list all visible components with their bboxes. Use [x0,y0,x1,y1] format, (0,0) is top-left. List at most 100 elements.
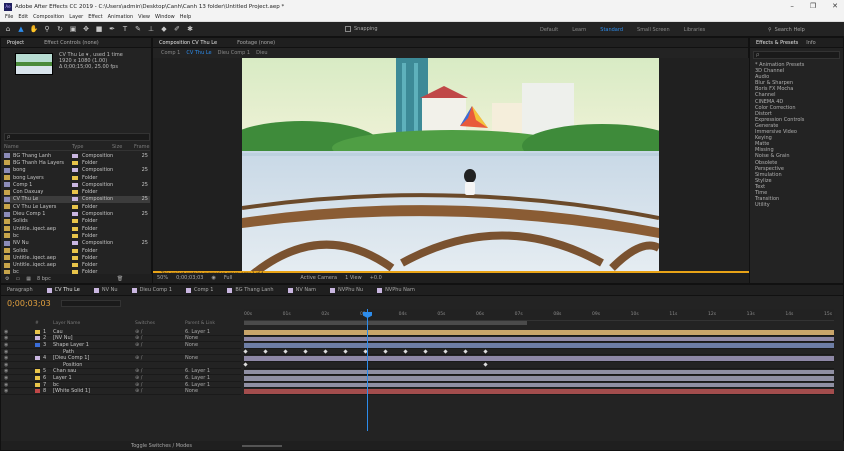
layer-switches[interactable]: ⊕ / [135,368,185,374]
tab-effect-controls[interactable]: Effect Controls (none) [44,40,99,46]
menu-composition[interactable]: Composition [33,14,64,20]
project-item[interactable]: CV Thu Le Composition 25 [4,195,150,204]
effects-search-input[interactable]: ρ [753,51,840,59]
timeline-tab[interactable]: Comp 1 [186,287,213,293]
menu-file[interactable]: File [5,14,13,20]
menu-view[interactable]: View [138,14,150,20]
layer-name[interactable]: Position [53,362,135,368]
label-color-swatch[interactable] [72,219,78,224]
effects-category[interactable]: Utility [750,202,843,208]
camera-tool-icon[interactable]: ▣ [68,24,78,34]
av-switches[interactable]: ◉ [1,362,35,368]
timeline-tab[interactable]: NV Nu [93,287,118,293]
keyframe-icon[interactable] [283,349,288,354]
snapping-control[interactable]: Snapping [345,26,378,32]
timeline-tab[interactable]: Paragraph [7,287,33,293]
av-switches[interactable]: ◉ [1,329,35,335]
menu-effect[interactable]: Effect [88,14,102,20]
av-switches[interactable]: ◉ [1,355,35,361]
label-color-swatch[interactable] [72,175,78,180]
menu-help[interactable]: Help [180,14,191,20]
project-search-input[interactable]: ρ [4,133,150,141]
work-area-bar[interactable] [244,321,527,325]
tab-info[interactable]: Info [806,40,815,46]
interpret-footage-icon[interactable]: ⚙ [5,276,9,282]
bpc-label[interactable]: 8 bpc [37,276,51,282]
project-item[interactable]: Con Daxuay Folder [4,188,150,195]
col-name[interactable]: Name [4,144,72,150]
keyframe-icon[interactable] [243,349,248,354]
workspace-small-screen[interactable]: Small Screen [637,27,670,33]
label-color-swatch[interactable] [72,241,78,246]
zoom-tool-icon[interactable]: ⚲ [42,24,52,34]
layer-label-swatch[interactable] [35,363,40,367]
layer-switches[interactable]: ⊕ / [135,375,185,381]
selection-tool-icon[interactable]: ▲ [16,24,26,34]
timeline-tab[interactable]: NVPhu Nu [330,287,363,293]
parent-dropdown[interactable]: 6. Layer 1 [185,382,235,388]
layer-name[interactable]: bc [53,382,135,388]
layer-track[interactable] [244,375,834,382]
project-item[interactable]: bong Composition 25 [4,167,150,174]
brush-tool-icon[interactable]: ✎ [133,24,143,34]
type-tool-icon[interactable]: T [120,24,130,34]
project-item[interactable]: Solids Folder [4,247,150,254]
layer-name[interactable]: [Dieu Comp 1] [53,355,135,361]
parent-dropdown[interactable]: None [185,335,235,341]
current-time-indicator[interactable] [367,309,368,431]
timeline-tab[interactable]: NVPhu Nam [377,287,415,293]
layer-duration-bar[interactable] [244,356,834,361]
av-switches[interactable]: ◉ [1,375,35,381]
exposure-value[interactable]: +0.0 [370,275,382,281]
layer-switches[interactable]: ⊕ / [135,335,185,341]
project-item[interactable]: bong Layers Folder [4,174,150,181]
timeline-tab[interactable]: CV Thu Le [46,287,80,293]
layer-switches[interactable]: ⊕ / [135,342,185,348]
trash-icon[interactable]: 🗑 [117,276,123,282]
layer-track[interactable] [243,349,834,356]
zoom-slider[interactable] [241,444,282,447]
keyframe-icon[interactable] [383,349,388,354]
magnification-dropdown[interactable]: 50% [157,275,168,281]
layer-duration-bar[interactable] [244,382,834,388]
layer-track[interactable] [244,388,834,395]
project-item[interactable]: bc Folder [4,232,150,239]
search-help-field[interactable]: ⚲ Search Help [768,25,840,34]
label-color-swatch[interactable] [72,168,78,173]
keyframe-icon[interactable] [243,362,248,368]
layer-name[interactable]: [White Solid 1] [53,388,135,394]
keyframe-icon[interactable] [323,349,328,354]
layer-name[interactable]: Layer 1 [53,375,135,381]
layer-label-swatch[interactable] [35,350,40,354]
viewer-timecode[interactable]: 0;00;03;03 [176,275,203,281]
label-color-swatch[interactable] [72,248,78,253]
crumb-dieu[interactable]: Dieu [256,50,267,56]
menu-layer[interactable]: Layer [69,14,83,20]
menu-window[interactable]: Window [155,14,175,20]
keyframe-icon[interactable] [423,349,428,354]
av-switches[interactable]: ◉ [1,388,35,394]
project-item[interactable]: NV Nu Composition 25 [4,240,150,247]
col-layer-name[interactable]: Layer Name [53,321,135,328]
label-color-swatch[interactable] [72,153,78,158]
label-color-swatch[interactable] [72,255,78,260]
av-switches[interactable]: ◉ [1,342,35,348]
puppet-tool-icon[interactable]: ✱ [185,24,195,34]
project-item[interactable]: CV Thu Le Layers Folder [4,203,150,210]
col-size[interactable]: Size [112,144,134,150]
new-comp-icon[interactable]: ▦ [26,276,31,282]
clone-stamp-tool-icon[interactable]: ⊥ [146,24,156,34]
timeline-tab[interactable]: Dieu Comp 1 [131,287,172,293]
workspace-default[interactable]: Default [540,27,558,33]
layer-label-swatch[interactable] [35,329,40,334]
layer-label-swatch[interactable] [35,336,40,341]
parent-dropdown[interactable]: None [185,355,235,361]
project-item[interactable]: Comp 1 Composition 25 [4,181,150,188]
workspace-learn[interactable]: Learn [572,27,586,33]
camera-snapshot-icon[interactable]: ◉ [211,275,215,281]
resolution-dropdown[interactable]: Full [224,275,233,281]
parent-dropdown[interactable]: None [185,342,235,348]
layer-track[interactable] [244,342,834,349]
eraser-tool-icon[interactable]: ◆ [159,24,169,34]
layer-label-swatch[interactable] [35,369,40,374]
